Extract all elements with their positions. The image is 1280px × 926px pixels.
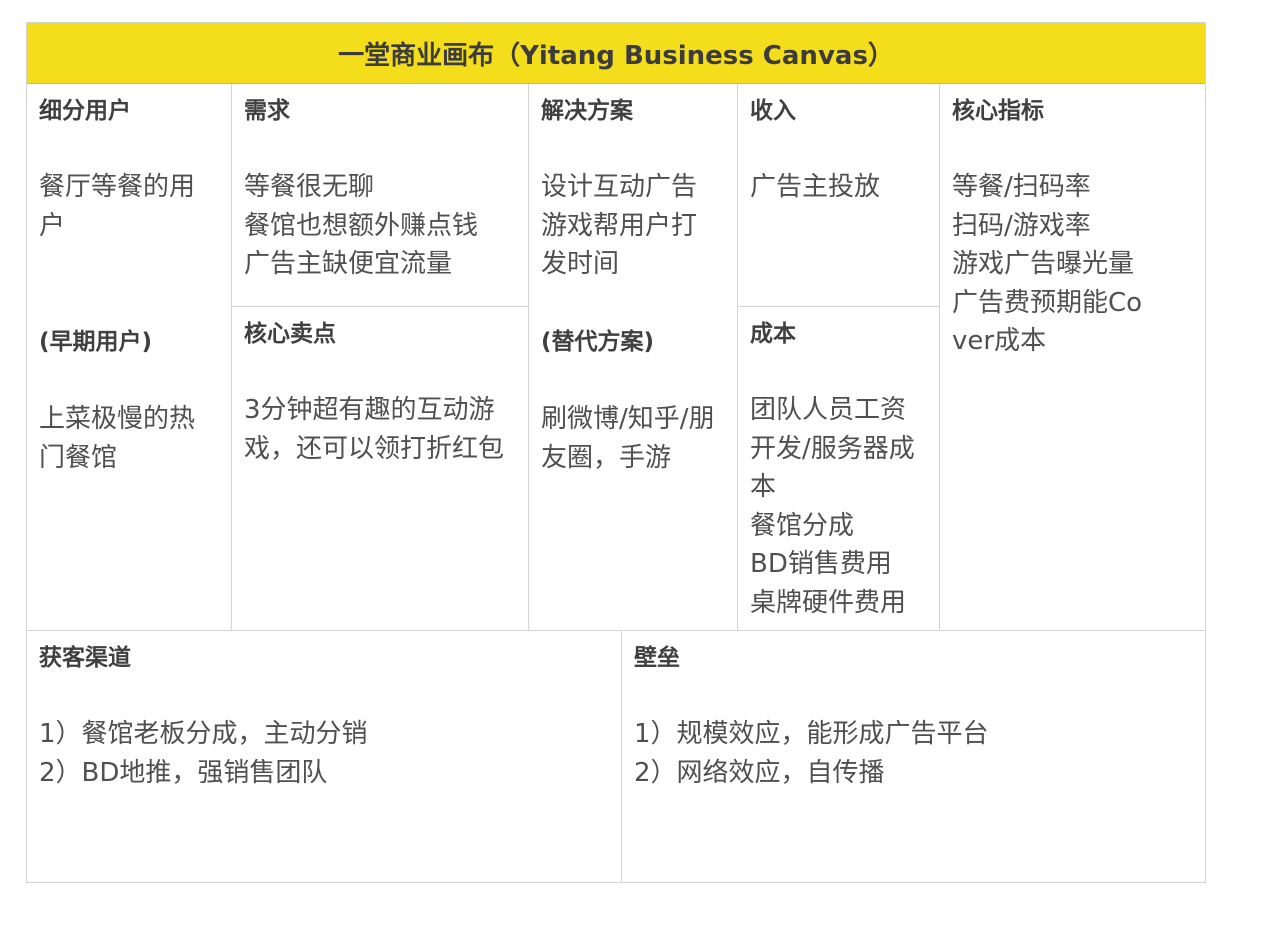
- cost-cell: 成本 团队人员工资 开发/服务器成本 餐馆分成 BD销售费用 桌牌硬件费用: [738, 307, 939, 630]
- business-canvas: 一堂商业画布（Yitang Business Canvas） 细分用户 餐厅等餐…: [26, 22, 1206, 883]
- channels-cell: 获客渠道 1）餐馆老板分成，主动分销 2）BD地推，强销售团队: [27, 631, 621, 883]
- segments-text: 餐厅等餐的用户: [39, 172, 196, 241]
- metrics-item: 广告费预期能Cover成本: [952, 287, 1143, 357]
- cost-item: 团队人员工资: [750, 395, 907, 425]
- cost-item: 桌牌硬件费用: [750, 587, 907, 618]
- barrier-item: 2）网络效应，自传播: [634, 757, 885, 788]
- revenue-text: 广告主投放: [750, 172, 881, 202]
- metrics-item: 游戏广告曝光量: [952, 249, 1135, 279]
- cost-item: 开发/服务器成本: [750, 433, 915, 503]
- needs-heading: 需求: [244, 98, 290, 124]
- solution-cell: 解决方案 设计互动广告游戏帮用户打发时间 (替代方案) 刷微博/知乎/朋友圈，手…: [529, 84, 737, 630]
- needs-list: 等餐很无聊 餐馆也想额外赚点钱 广告主缺便宜流量: [244, 168, 516, 284]
- solution-text: 设计互动广告游戏帮用户打发时间: [541, 172, 698, 279]
- channels-list: 1）餐馆老板分成，主动分销 2）BD地推，强销售团队: [39, 715, 609, 792]
- barrier-list: 1）规模效应，能形成广告平台 2）网络效应，自传播: [634, 715, 1193, 792]
- needs-item: 餐馆也想额外赚点钱: [244, 210, 479, 241]
- alternatives-heading: (替代方案): [541, 329, 655, 355]
- metrics-list: 等餐/扫码率 扫码/游戏率 游戏广告曝光量 广告费预期能Cover成本: [952, 168, 1152, 361]
- metrics-cell: 核心指标 等餐/扫码率 扫码/游戏率 游戏广告曝光量 广告费预期能Cover成本: [940, 84, 1205, 630]
- channels-heading: 获客渠道: [39, 645, 131, 671]
- barrier-item: 1）规模效应，能形成广告平台: [634, 719, 989, 749]
- segments-heading: 细分用户: [39, 98, 131, 124]
- usp-text: 3分钟超有趣的互动游戏，还可以领打折红包: [244, 395, 505, 464]
- cost-item: BD销售费用: [750, 549, 892, 579]
- needs-cell: 需求 等餐很无聊 餐馆也想额外赚点钱 广告主缺便宜流量: [232, 84, 528, 306]
- canvas-title: 一堂商业画布（Yitang Business Canvas）: [27, 23, 1205, 84]
- barrier-cell: 壁垒 1）规模效应，能形成广告平台 2）网络效应，自传播: [622, 631, 1205, 883]
- cost-list: 团队人员工资 开发/服务器成本 餐馆分成 BD销售费用 桌牌硬件费用: [750, 391, 926, 622]
- segments-cell: 细分用户 餐厅等餐的用户 (早期用户) 上菜极慢的热门餐馆: [27, 84, 231, 630]
- usp-cell: 核心卖点 3分钟超有趣的互动游戏，还可以领打折红包: [232, 307, 528, 630]
- usp-heading: 核心卖点: [244, 321, 336, 347]
- barrier-heading: 壁垒: [634, 645, 680, 671]
- revenue-cell: 收入 广告主投放: [738, 84, 939, 306]
- needs-item: 广告主缺便宜流量: [244, 249, 453, 279]
- solution-heading: 解决方案: [541, 98, 633, 124]
- revenue-heading: 收入: [750, 98, 796, 124]
- channels-item: 1）餐馆老板分成，主动分销: [39, 719, 368, 749]
- cost-item: 餐馆分成: [750, 510, 855, 541]
- metrics-heading: 核心指标: [952, 98, 1044, 124]
- needs-item: 等餐很无聊: [244, 172, 375, 202]
- early-users-text: 上菜极慢的热门餐馆: [39, 404, 196, 473]
- metrics-item: 扫码/游戏率: [952, 210, 1091, 241]
- alternatives-text: 刷微博/知乎/朋友圈，手游: [541, 404, 715, 473]
- early-users-heading: (早期用户): [39, 329, 153, 355]
- channels-item: 2）BD地推，强销售团队: [39, 757, 328, 788]
- metrics-item: 等餐/扫码率: [952, 172, 1091, 202]
- cost-heading: 成本: [750, 321, 796, 347]
